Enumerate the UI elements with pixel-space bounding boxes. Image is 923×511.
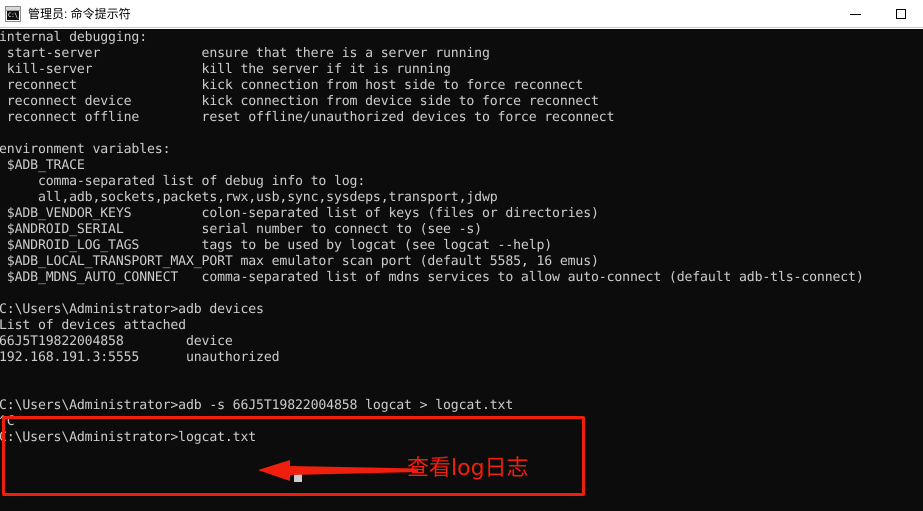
cmd-console-icon: C:\_: [5, 5, 21, 22]
window-controls: [833, 0, 923, 28]
console-output-area[interactable]: internal debugging: start-server ensure …: [0, 29, 923, 511]
console-text: internal debugging: start-server ensure …: [0, 30, 864, 445]
title-bar: C:\_ 管理员: 命令提示符: [0, 0, 923, 28]
icon-screen-glyph: C:\_: [7, 10, 19, 20]
maximize-icon: [895, 9, 906, 19]
window-title: 管理员: 命令提示符: [28, 7, 131, 21]
cmd-window: C:\_ 管理员: 命令提示符 internal debugging: star…: [0, 0, 923, 511]
maximize-button[interactable]: [878, 0, 923, 28]
annotation-label: 查看log日志: [407, 456, 529, 481]
minimize-icon: [850, 13, 861, 15]
left-pointing-arrow: [258, 457, 418, 485]
text-cursor: [294, 471, 302, 482]
minimize-button[interactable]: [833, 0, 878, 28]
